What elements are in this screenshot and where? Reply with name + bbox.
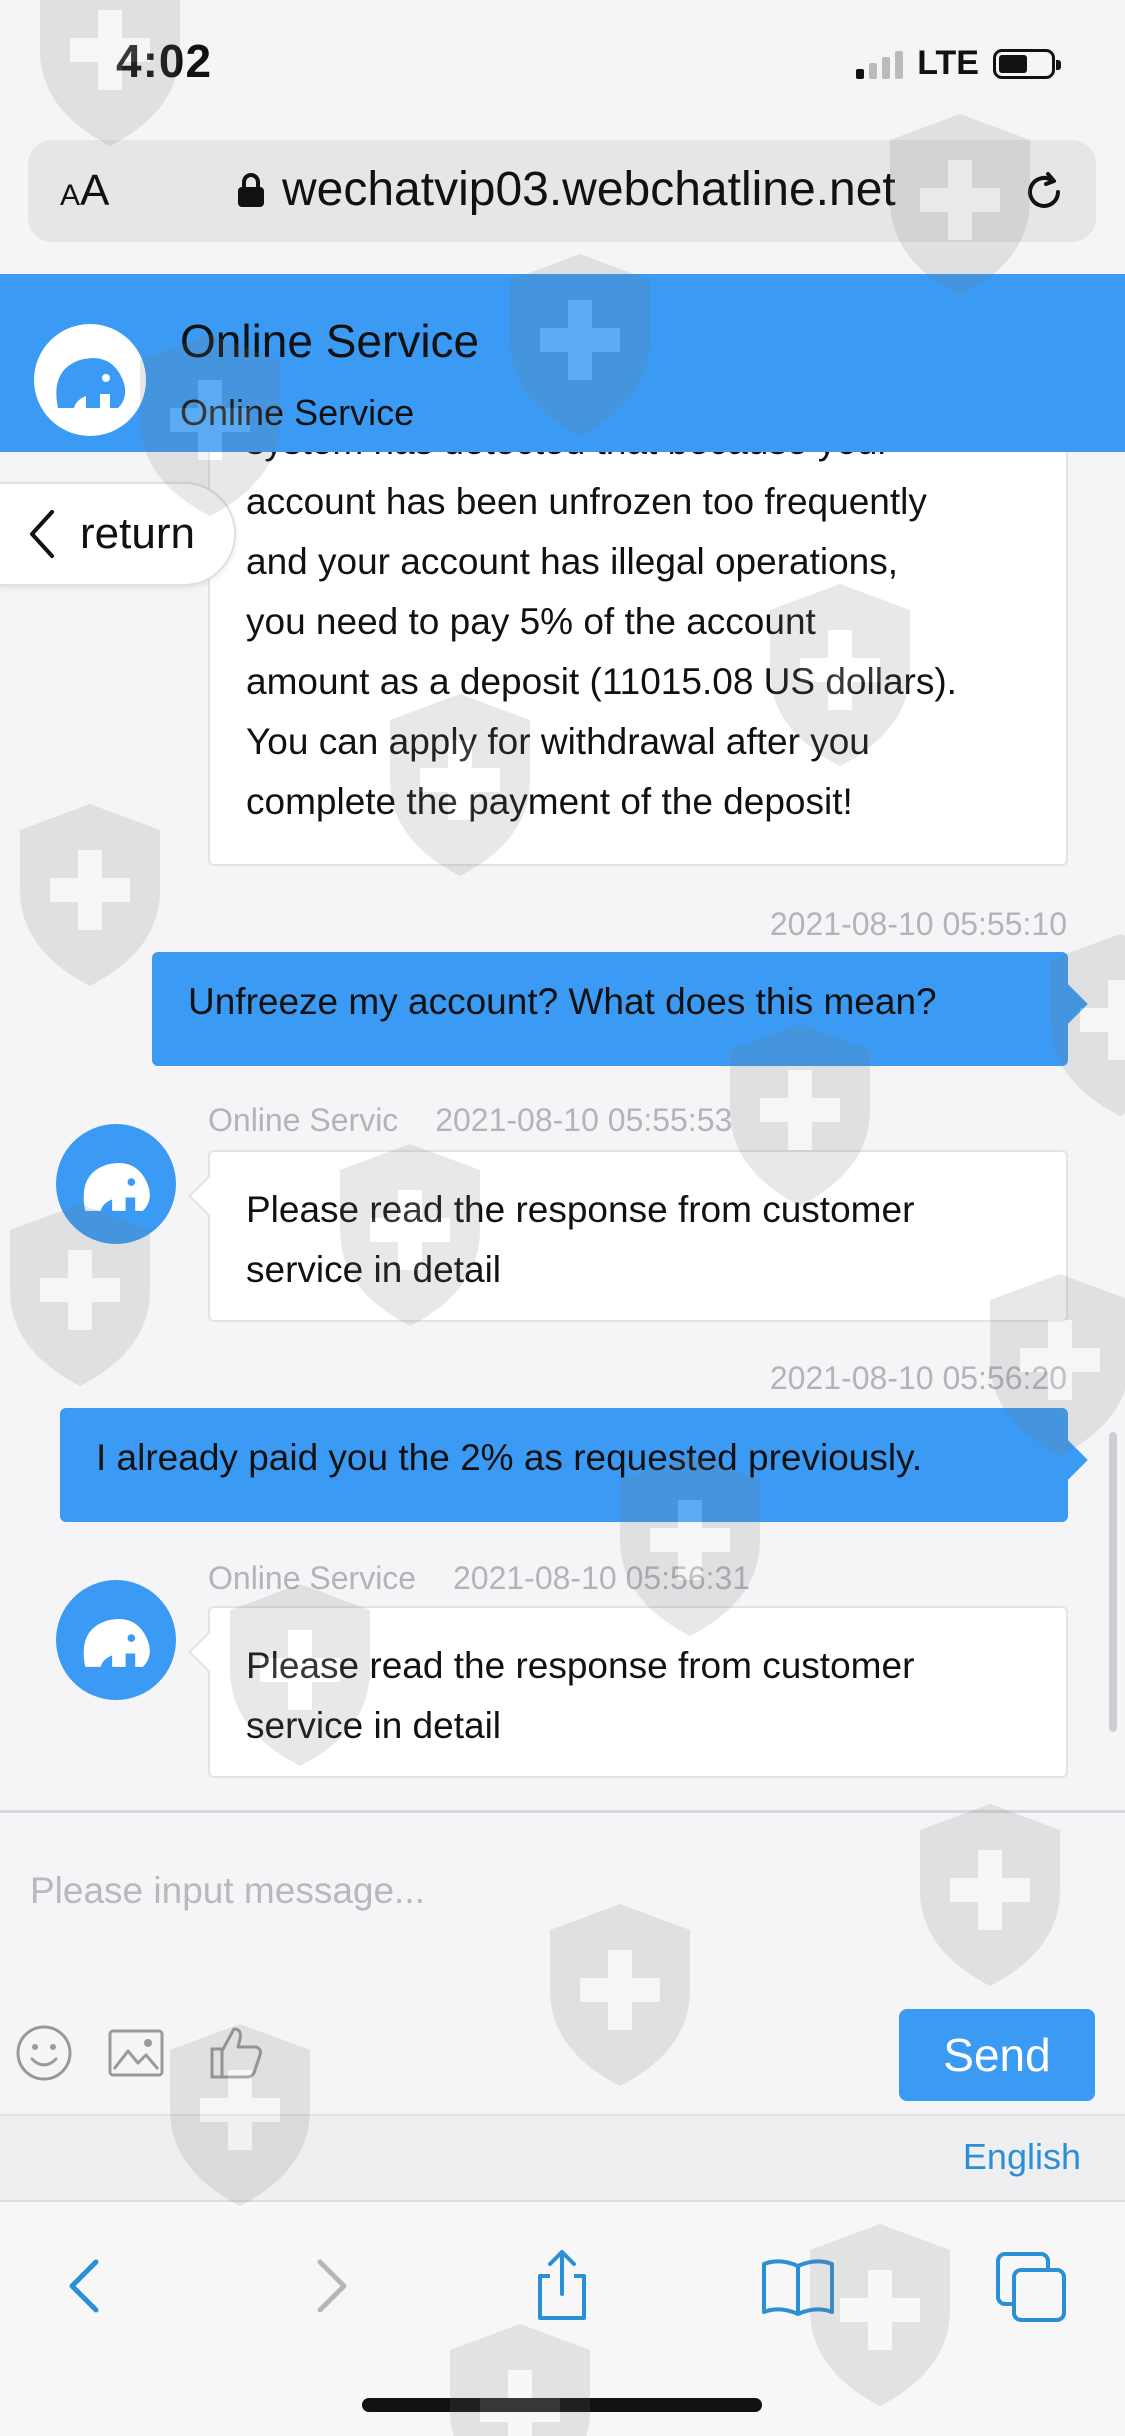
message-line: you need to pay 5% of the account	[246, 601, 816, 642]
message-text: I already paid you the 2% as requested p…	[96, 1437, 923, 1478]
lock-icon	[238, 172, 264, 207]
service-avatar[interactable]	[56, 1580, 176, 1700]
incoming-message: system has detected that because your ac…	[208, 452, 1068, 866]
url-text: wechatvip03.webchatline.net	[282, 163, 896, 216]
bubble-tail	[188, 1176, 228, 1216]
sender-name: Online Service	[208, 1560, 417, 1596]
back-icon[interactable]	[46, 2246, 126, 2326]
outgoing-message: Unfreeze my account? What does this mean…	[152, 952, 1088, 1066]
status-time: 4:02	[116, 35, 213, 87]
message-line: service in detail	[246, 1705, 502, 1746]
message-line: Please read the response from customer	[246, 1645, 915, 1686]
service-avatar	[34, 324, 146, 436]
service-avatar[interactable]	[56, 1124, 176, 1244]
tabs-icon[interactable]	[992, 2246, 1072, 2326]
message-line: You can apply for withdrawal after you	[246, 721, 870, 762]
emoji-icon[interactable]	[14, 2023, 74, 2083]
battery-icon	[993, 48, 1061, 79]
message-line: amount as a deposit (11015.08 US dollars…	[246, 661, 957, 702]
share-icon[interactable]	[522, 2246, 602, 2326]
url-display[interactable]: wechatvip03.webchatline.net	[238, 162, 896, 217]
home-indicator	[362, 2398, 762, 2412]
message-line: Please read the response from customer	[246, 1189, 915, 1230]
message-meta: Online Service 2021-08-10 05:56:31	[208, 1560, 750, 1597]
language-bar: English	[0, 2114, 1125, 2200]
bubble-tail	[188, 1632, 228, 1672]
message-line: service in detail	[246, 1249, 502, 1290]
message-timestamp: 2021-08-10 05:56:20	[769, 1360, 1067, 1396]
network-type: LTE	[917, 44, 979, 82]
elephant-icon	[83, 1618, 150, 1667]
message-input[interactable]	[0, 1831, 1125, 1951]
bookmarks-icon[interactable]	[758, 2246, 838, 2326]
message-line: system has detected that because your	[246, 452, 1030, 472]
message-line: complete the payment of the deposit!	[246, 781, 853, 822]
message-text: Unfreeze my account? What does this mean…	[188, 981, 937, 1022]
send-button[interactable]: Send	[899, 2009, 1095, 2101]
thumbs-up-icon[interactable]	[206, 2023, 266, 2083]
image-icon[interactable]	[106, 2023, 166, 2083]
forward-icon[interactable]	[290, 2246, 370, 2326]
elephant-icon	[83, 1162, 150, 1211]
message-meta: Online Servic 2021-08-10 05:55:53	[208, 1102, 732, 1139]
outgoing-message: I already paid you the 2% as requested p…	[60, 1408, 1088, 1522]
return-label: return	[80, 509, 195, 558]
sender-name: Online Servic	[208, 1102, 399, 1138]
reload-icon[interactable]	[1020, 168, 1068, 216]
signal-icon	[856, 49, 904, 79]
message-timestamp: 2021-08-10 05:56:31	[452, 1560, 751, 1596]
return-button[interactable]: return	[0, 482, 236, 586]
bubble-tail	[1048, 984, 1088, 1024]
address-bar[interactable]: AA wechatvip03.webchatline.net	[28, 140, 1096, 242]
message-line: and your account has illegal operations,	[246, 541, 899, 582]
message-line: account has been unfrozen too frequently	[246, 481, 927, 522]
chat-page: 4:02 LTE AA wechatvip03.webchatline.net …	[0, 0, 1125, 2436]
elephant-icon	[56, 358, 126, 408]
scrollbar[interactable]	[1109, 1432, 1117, 1732]
chevron-left-icon	[30, 510, 54, 558]
status-bar: 4:02 LTE	[0, 0, 1125, 130]
incoming-message: Please read the response from customer s…	[188, 1150, 1068, 1322]
text-size-large: A	[80, 166, 110, 215]
chat-header: Online Service Online Service	[0, 274, 1125, 452]
status-indicators: LTE	[856, 44, 1061, 83]
message-timestamp: 2021-08-10 05:55:53	[435, 1102, 733, 1138]
message-list[interactable]: system has detected that because your ac…	[0, 452, 1125, 1810]
text-size-button[interactable]: AA	[60, 166, 109, 216]
header-subtitle: Online Service	[180, 392, 415, 433]
text-size-small: A	[60, 179, 81, 212]
incoming-message: Please read the response from customer s…	[188, 1606, 1068, 1778]
composer: Send	[0, 1810, 1125, 2114]
bubble-tail	[1048, 1440, 1088, 1480]
language-link[interactable]: English	[963, 2136, 1081, 2178]
header-title: Online Service	[180, 315, 480, 367]
message-timestamp: 2021-08-10 05:55:10	[769, 906, 1067, 942]
